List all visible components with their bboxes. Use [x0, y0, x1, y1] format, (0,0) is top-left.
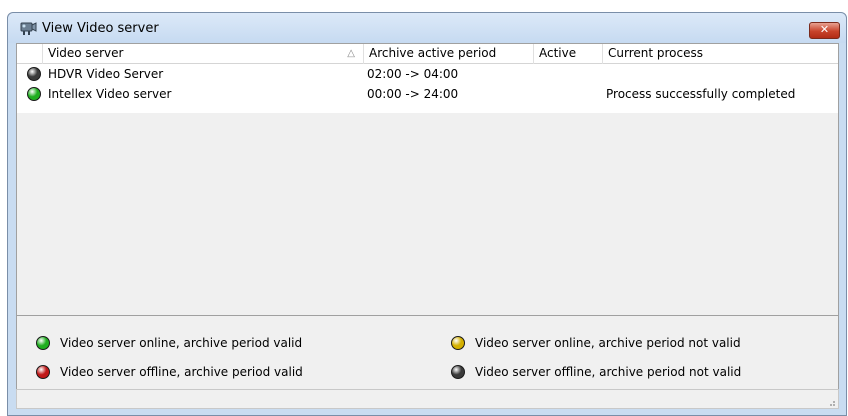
- column-header-label: Video server: [48, 46, 124, 60]
- status-column-header[interactable]: [17, 44, 43, 64]
- column-header-label: Active: [539, 46, 577, 60]
- gray-status-icon: [27, 67, 41, 81]
- column-header-current-process[interactable]: Current process: [603, 44, 838, 64]
- column-header-archive-active-period[interactable]: Archive active period: [364, 44, 534, 64]
- sort-ascending-icon: △: [347, 48, 355, 59]
- current-process: Process successfully completed: [606, 87, 796, 101]
- gray-status-icon: [451, 365, 465, 379]
- grid-rows: HDVR Video Server 02:00 -> 04:00 Intelle…: [17, 64, 838, 113]
- resize-grip-icon[interactable]: [826, 396, 836, 406]
- video-server-grid: Video server △ Archive active period Act…: [17, 44, 838, 313]
- grid-header: Video server △ Archive active period Act…: [17, 44, 838, 64]
- window-title: View Video server: [42, 21, 159, 36]
- column-header-active[interactable]: Active: [534, 44, 603, 64]
- legend-label: Video server online, archive period not …: [475, 336, 741, 350]
- client-area: Video server △ Archive active period Act…: [16, 43, 839, 402]
- title-bar[interactable]: View Video server ✕: [8, 13, 846, 43]
- legend-label: Video server online, archive period vali…: [60, 336, 303, 350]
- status-bar: [16, 389, 839, 409]
- archive-period: 00:00 -> 24:00: [367, 87, 459, 101]
- video-server-name: Intellex Video server: [48, 87, 172, 101]
- legend-label: Video server offline, archive period not…: [475, 365, 742, 379]
- legend-label: Video server offline, archive period val…: [60, 365, 303, 379]
- archive-period: 02:00 -> 04:00: [367, 67, 459, 81]
- column-header-video-server[interactable]: Video server △: [43, 44, 364, 64]
- view-video-server-window: View Video server ✕ Video server △ Archi…: [7, 12, 847, 416]
- green-status-icon: [27, 87, 41, 101]
- video-camera-icon: [19, 20, 37, 36]
- video-server-name: HDVR Video Server: [48, 67, 164, 81]
- table-row[interactable]: HDVR Video Server 02:00 -> 04:00: [17, 64, 838, 84]
- column-header-label: Current process: [608, 46, 703, 60]
- green-status-icon: [36, 336, 50, 350]
- red-status-icon: [36, 365, 50, 379]
- table-row[interactable]: Intellex Video server 00:00 -> 24:00 Pro…: [17, 84, 838, 104]
- yellow-status-icon: [451, 336, 465, 350]
- close-icon: ✕: [819, 23, 830, 36]
- close-button[interactable]: ✕: [809, 22, 840, 39]
- column-header-label: Archive active period: [369, 46, 497, 60]
